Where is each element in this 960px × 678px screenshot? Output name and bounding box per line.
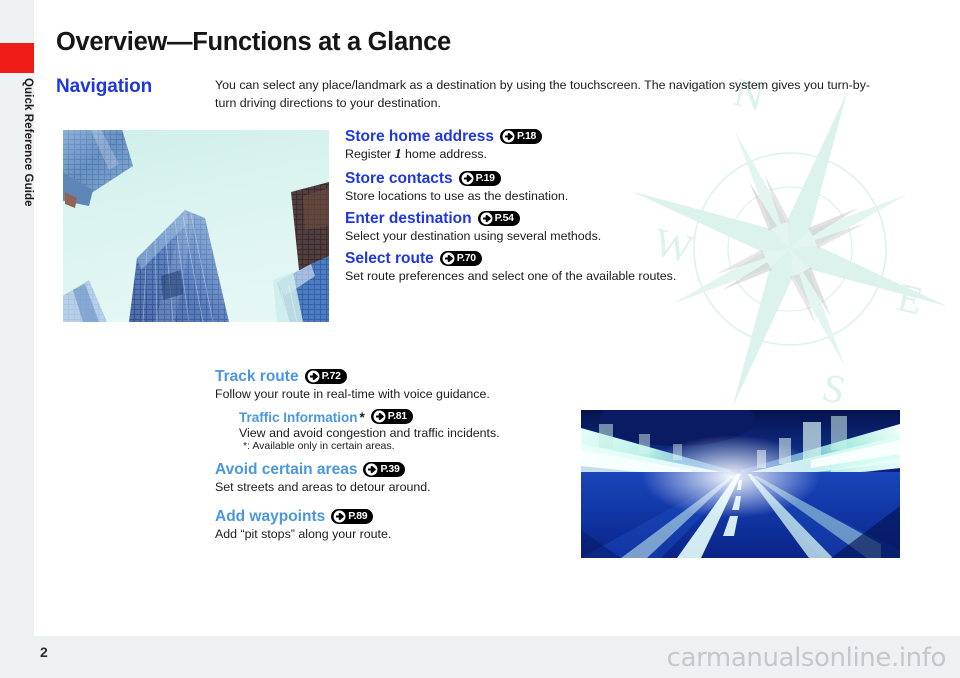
- arrow-right-icon: [461, 172, 474, 184]
- function-description: Store locations to use as the destinatio…: [345, 189, 569, 203]
- function-heading: Traffic Information * P.81: [239, 409, 500, 425]
- page-ref-label: P.54: [494, 211, 514, 224]
- function-heading-label: Store home address: [345, 128, 495, 145]
- function-heading: Store home address P.18: [345, 128, 676, 146]
- function-description: Select your destination using several me…: [345, 229, 602, 243]
- desc-emphasis-number: 1: [394, 147, 402, 162]
- navigation-functions-bottom-group: Track route P.72 Follow your route in re…: [215, 368, 500, 541]
- function-description: Set route preferences and select one of …: [345, 269, 677, 283]
- function-heading-label: Store contacts: [345, 170, 453, 187]
- side-tab-color-block: [0, 43, 34, 73]
- function-add-waypoints: Add waypoints P.89 Add “pit stops” along…: [215, 508, 500, 541]
- function-heading-label: Traffic Information: [239, 410, 358, 425]
- function-description: Add “pit stops” along your route.: [215, 527, 392, 541]
- function-traffic-information: Traffic Information * P.81 View and avoid…: [239, 409, 500, 452]
- function-heading-label: Avoid certain areas: [215, 461, 358, 478]
- tunnel-motion-blur-photo: [581, 410, 900, 558]
- page-ref-badge-p70[interactable]: P.70: [439, 250, 482, 266]
- function-select-route: Select route P.70 Set route preferences …: [345, 250, 676, 283]
- page-ref-label: P.18: [517, 129, 537, 142]
- page-ref-badge-p19[interactable]: P.19: [458, 170, 501, 186]
- page-ref-label: P.70: [456, 251, 476, 264]
- desc-before: Register: [345, 147, 395, 161]
- function-heading-label: Enter destination: [345, 210, 472, 227]
- function-heading-label: Select route: [345, 250, 434, 267]
- page-ref-badge-p18[interactable]: P.18: [500, 128, 543, 144]
- function-description: Register 1 home address.: [345, 147, 676, 163]
- function-heading: Track route P.72: [215, 368, 500, 386]
- function-description: Set streets and areas to detour around.: [215, 480, 431, 494]
- function-description: Follow your route in real-time with voic…: [215, 387, 490, 401]
- compass-rose-watermark: N E S W: [632, 74, 948, 404]
- section-title-navigation: Navigation: [56, 76, 153, 97]
- asterisk-marker: *: [359, 410, 365, 425]
- function-store-home-address: Store home address P.18 Register 1 home …: [345, 128, 676, 163]
- arrow-right-icon: [502, 130, 515, 142]
- arrow-right-icon: [373, 410, 386, 423]
- navigation-functions-top-group: Store home address P.18 Register 1 home …: [345, 128, 676, 290]
- function-heading-label: Track route: [215, 368, 299, 385]
- arrow-right-icon: [333, 510, 346, 522]
- page-ref-badge-p89[interactable]: P.89: [331, 508, 374, 524]
- function-heading: Select route P.70: [345, 250, 676, 268]
- footnote-availability: *: Available only in certain areas.: [243, 440, 395, 452]
- page-ref-label: P.19: [475, 171, 495, 184]
- function-enter-destination: Enter destination P.54 Select your desti…: [345, 210, 676, 243]
- page-ref-label: P.81: [387, 410, 407, 423]
- function-store-contacts: Store contacts P.19 Store locations to u…: [345, 170, 676, 203]
- arrow-right-icon: [442, 252, 455, 264]
- function-description: View and avoid congestion and traffic in…: [239, 426, 500, 440]
- compass-label-east: E: [893, 274, 928, 324]
- page-ref-badge-p39[interactable]: P.39: [363, 461, 406, 477]
- page-sheet: N E S W Overview—Functions at a Glance N…: [34, 0, 960, 636]
- page-ref-badge-p72[interactable]: P.72: [304, 368, 347, 384]
- arrow-right-icon: [365, 463, 378, 475]
- function-track-route: Track route P.72 Follow your route in re…: [215, 368, 500, 401]
- site-watermark: carmanualsonline.info: [666, 643, 947, 673]
- page-title: Overview—Functions at a Glance: [56, 28, 451, 56]
- function-heading: Enter destination P.54: [345, 210, 676, 228]
- page-ref-label: P.39: [380, 462, 400, 475]
- compass-label-south: S: [818, 364, 850, 404]
- page-ref-badge-p54[interactable]: P.54: [477, 210, 520, 226]
- section-intro-text: You can select any place/landmark as a d…: [215, 78, 871, 110]
- page-number: 2: [40, 644, 48, 660]
- function-heading: Store contacts P.19: [345, 170, 676, 188]
- function-avoid-certain-areas: Avoid certain areas P.39 Set streets and…: [215, 461, 500, 494]
- side-tab-label: Quick Reference Guide: [22, 78, 34, 207]
- side-tab: Quick Reference Guide: [0, 0, 34, 636]
- arrow-right-icon: [480, 212, 493, 224]
- function-heading-label: Add waypoints: [215, 508, 326, 525]
- page-ref-badge-p81[interactable]: P.81: [370, 409, 413, 424]
- page-ref-label: P.72: [321, 369, 341, 382]
- page-ref-label: P.89: [348, 509, 368, 522]
- function-heading: Avoid certain areas P.39: [215, 461, 500, 479]
- function-heading: Add waypoints P.89: [215, 508, 500, 526]
- skyscrapers-photo: [63, 130, 329, 322]
- arrow-right-icon: [307, 370, 320, 382]
- desc-after: home address.: [401, 147, 487, 161]
